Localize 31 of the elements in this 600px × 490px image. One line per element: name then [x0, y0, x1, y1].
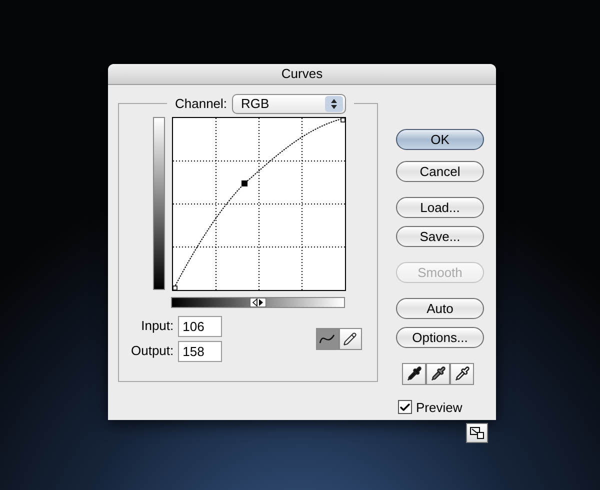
resize-icon — [470, 427, 484, 439]
channel-select[interactable]: RGB — [232, 94, 346, 114]
swap-arrows-icon[interactable] — [250, 298, 266, 306]
resize-button[interactable] — [466, 423, 488, 443]
ok-button[interactable]: OK — [396, 128, 484, 150]
eyedropper-icon — [454, 366, 470, 381]
eyedropper-button[interactable] — [426, 362, 450, 384]
input-label: Input: — [140, 317, 174, 336]
eyedropper-button[interactable] — [402, 362, 426, 384]
pencil-tool-button[interactable] — [338, 328, 362, 350]
channel-label: Channel: — [175, 94, 228, 113]
eyedropper-icon — [406, 366, 422, 381]
window-title: Curves — [281, 65, 323, 83]
output-field[interactable]: 158 — [178, 340, 222, 362]
curve-tool-button[interactable] — [316, 328, 339, 350]
dialog-button[interactable]: Load... — [396, 196, 484, 218]
preview-checkbox[interactable] — [398, 400, 412, 414]
dialog-button[interactable]: Save... — [396, 226, 484, 246]
pencil-icon — [343, 332, 358, 346]
eyedropper-icon — [430, 366, 446, 381]
dialog-button[interactable]: Auto — [396, 298, 484, 318]
input-field[interactable]: 106 — [178, 316, 222, 336]
stepper-arrows-icon — [325, 96, 344, 112]
curve-icon — [319, 332, 336, 344]
preview-label: Preview — [416, 398, 462, 416]
dialog-button[interactable]: Cancel — [396, 160, 484, 182]
eyedropper-button[interactable] — [450, 362, 474, 384]
check-icon — [399, 400, 411, 414]
curve-graph[interactable] — [172, 116, 346, 290]
output-label: Output: — [131, 342, 174, 360]
dialog-button[interactable]: Options... — [396, 326, 484, 348]
